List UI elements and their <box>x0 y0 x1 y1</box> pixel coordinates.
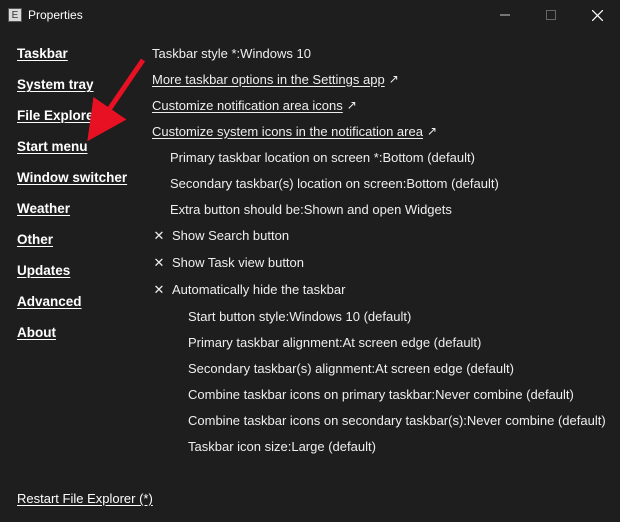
sidebar-item-weather[interactable]: Weather <box>17 193 134 224</box>
sidebar-item-start-menu[interactable]: Start menu <box>17 131 134 162</box>
setting-secondary-taskbar-s-location-on-screen[interactable]: Secondary taskbar(s) location on screen … <box>152 170 610 196</box>
close-icon: ✕ <box>152 255 166 271</box>
close-icon: ✕ <box>152 228 166 244</box>
setting-combine-taskbar-icons-on-primary-taskbar[interactable]: Combine taskbar icons on primary taskbar… <box>152 381 610 407</box>
link-customize-notification-area-icons[interactable]: Customize notification area icons ↗ <box>152 92 610 118</box>
setting-label: Combine taskbar icons on secondary taskb… <box>188 413 463 428</box>
sidebar-item-advanced[interactable]: Advanced <box>17 286 134 317</box>
setting-extra-button-should-be[interactable]: Extra button should be : Shown and open … <box>152 196 610 222</box>
setting-label: Combine taskbar icons on primary taskbar <box>188 387 432 402</box>
sidebar-item-about[interactable]: About <box>17 317 134 348</box>
setting-value: Never combine (default) <box>467 413 606 428</box>
setting-label: Primary taskbar location on screen * <box>170 150 379 165</box>
setting-label: Taskbar icon size <box>188 439 288 454</box>
setting-value: Windows 10 (default) <box>289 309 411 324</box>
close-button[interactable] <box>574 0 620 30</box>
setting-value: Bottom (default) <box>406 176 499 191</box>
setting-primary-taskbar-location-on-screen[interactable]: Primary taskbar location on screen * : B… <box>152 144 610 170</box>
sidebar-item-window-switcher[interactable]: Window switcher <box>17 162 134 193</box>
setting-value: Shown and open Widgets <box>304 202 452 217</box>
setting-label: Secondary taskbar(s) alignment <box>188 361 372 376</box>
toggle-label: Automatically hide the taskbar <box>172 282 345 297</box>
setting-value: At screen edge (default) <box>343 335 482 350</box>
setting-combine-taskbar-icons-on-secondary-taskbar-s[interactable]: Combine taskbar icons on secondary taskb… <box>152 407 610 433</box>
sidebar-item-file-explorer[interactable]: File Explorer <box>17 100 134 131</box>
toggle-label: Show Task view button <box>172 255 304 270</box>
settings-panel: Taskbar style * : Windows 10More taskbar… <box>140 38 620 478</box>
link-more-taskbar-options-in-the-settings-app[interactable]: More taskbar options in the Settings app… <box>152 66 610 92</box>
setting-secondary-taskbar-s-alignment[interactable]: Secondary taskbar(s) alignment : At scre… <box>152 355 610 381</box>
sidebar-item-updates[interactable]: Updates <box>17 255 134 286</box>
maximize-button[interactable] <box>528 0 574 30</box>
link-customize-system-icons-in-the-notification-area[interactable]: Customize system icons in the notificati… <box>152 118 610 144</box>
toggle-label: Show Search button <box>172 228 289 243</box>
titlebar: E Properties <box>0 0 620 30</box>
sidebar: TaskbarSystem trayFile ExplorerStart men… <box>0 38 140 478</box>
toggle-automatically-hide-the-taskbar[interactable]: ✕ Automatically hide the taskbar <box>152 276 610 303</box>
setting-value: Bottom (default) <box>382 150 475 165</box>
setting-value: Large (default) <box>291 439 376 454</box>
toggle-show-task-view-button[interactable]: ✕ Show Task view button <box>152 249 610 276</box>
setting-value: Never combine (default) <box>435 387 574 402</box>
setting-start-button-style[interactable]: Start button style : Windows 10 (default… <box>152 303 610 329</box>
setting-label: Extra button should be <box>170 202 300 217</box>
window-title: Properties <box>28 8 83 22</box>
sidebar-item-other[interactable]: Other <box>17 224 134 255</box>
external-link-icon: ↗ <box>427 124 437 138</box>
app-icon: E <box>8 8 22 22</box>
link-label: Customize notification area icons <box>152 98 343 113</box>
sidebar-item-system-tray[interactable]: System tray <box>17 69 134 100</box>
setting-label: Secondary taskbar(s) location on screen <box>170 176 403 191</box>
restart-file-explorer-link[interactable]: Restart File Explorer (*) <box>17 491 153 506</box>
toggle-show-search-button[interactable]: ✕ Show Search button <box>152 222 610 249</box>
window-controls <box>482 0 620 30</box>
setting-label: Primary taskbar alignment <box>188 335 339 350</box>
setting-label: Start button style <box>188 309 286 324</box>
setting-primary-taskbar-alignment[interactable]: Primary taskbar alignment : At screen ed… <box>152 329 610 355</box>
setting-label: Taskbar style * <box>152 46 237 61</box>
external-link-icon: ↗ <box>389 72 399 86</box>
link-label: Customize system icons in the notificati… <box>152 124 423 139</box>
minimize-button[interactable] <box>482 0 528 30</box>
external-link-icon: ↗ <box>347 98 357 112</box>
setting-taskbar-icon-size[interactable]: Taskbar icon size : Large (default) <box>152 433 610 459</box>
close-icon: ✕ <box>152 282 166 298</box>
sidebar-item-taskbar[interactable]: Taskbar <box>17 38 134 69</box>
link-label: More taskbar options in the Settings app <box>152 72 385 87</box>
setting-value: Windows 10 <box>240 46 311 61</box>
setting-value: At screen edge (default) <box>375 361 514 376</box>
setting-taskbar-style[interactable]: Taskbar style * : Windows 10 <box>152 40 610 66</box>
